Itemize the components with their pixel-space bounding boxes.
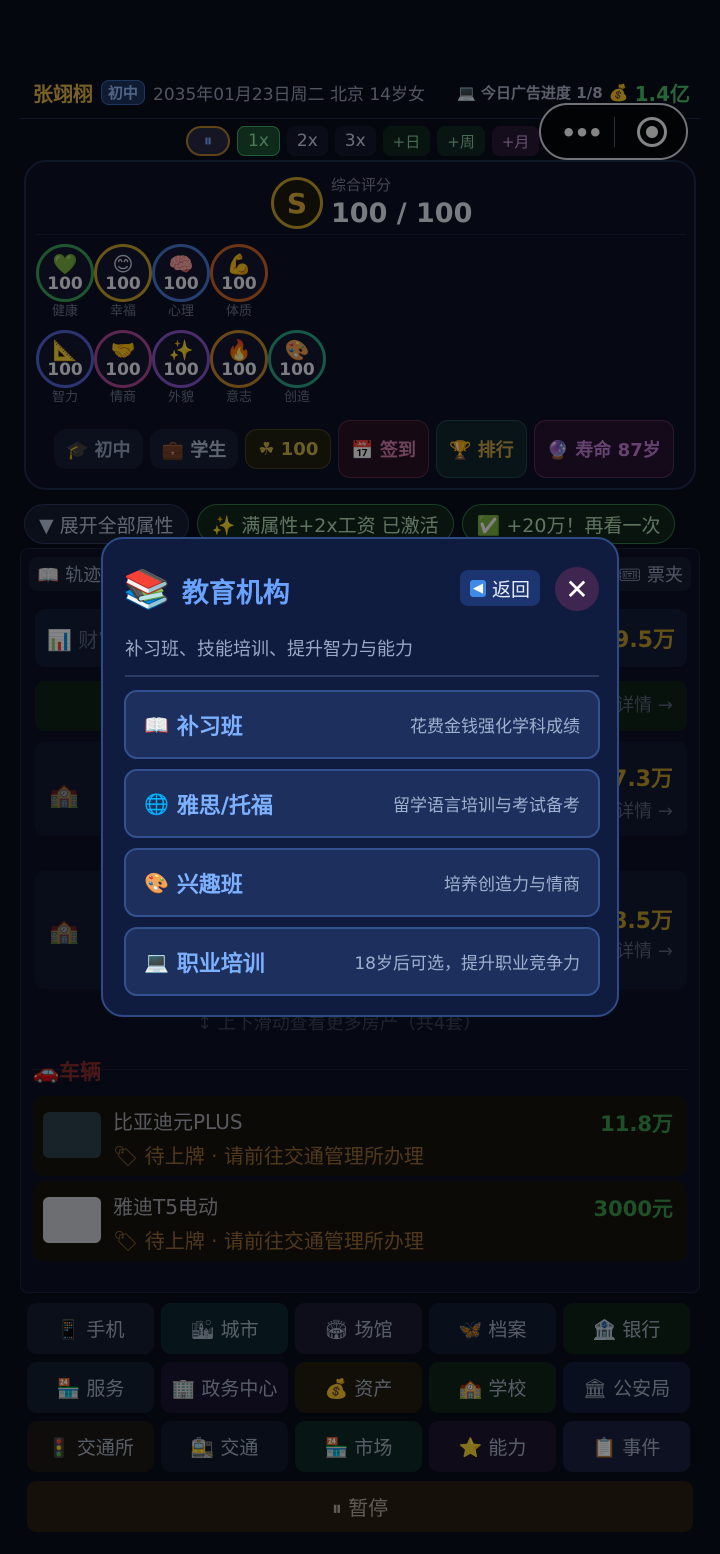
modal-title: 教育机构	[182, 578, 290, 609]
laptop-icon: 💻	[144, 949, 169, 974]
option-interest-class[interactable]: 🎨 兴趣班 培养创造力与情商	[124, 848, 600, 917]
option-vocational-training[interactable]: 💻 职业培训 18岁后可选，提升职业竞争力	[124, 927, 600, 996]
close-icon: ✕	[565, 572, 589, 606]
globe-icon: 🌐	[144, 791, 169, 816]
option-label: 职业培训	[176, 951, 265, 977]
option-desc: 培养创造力与情商	[444, 875, 580, 895]
option-label: 兴趣班	[176, 872, 243, 898]
option-desc: 18岁后可选，提升职业竞争力	[354, 954, 580, 974]
book-icon: 📖	[144, 712, 169, 737]
option-desc: 留学语言培训与考试备考	[393, 796, 580, 816]
close-button[interactable]: ✕	[555, 567, 599, 611]
education-modal: 📚 教育机构 ◀ 返回 ✕ 补习班、技能培训、提升智力与能力 📖 补习班 花费金…	[101, 537, 619, 1017]
back-arrow-icon: ◀	[470, 579, 486, 597]
option-label: 补习班	[176, 714, 243, 740]
palette-icon: 🎨	[144, 870, 169, 895]
option-desc: 花费金钱强化学科成绩	[410, 717, 580, 737]
back-button[interactable]: ◀ 返回	[460, 570, 541, 606]
books-icon: 📚	[123, 567, 171, 611]
modal-subtitle: 补习班、技能培训、提升智力与能力	[125, 639, 413, 660]
option-ielts-toefl[interactable]: 🌐 雅思/托福 留学语言培训与考试备考	[124, 769, 600, 838]
modal-divider	[125, 675, 599, 677]
option-tutoring[interactable]: 📖 补习班 花费金钱强化学科成绩	[124, 690, 600, 759]
option-label: 雅思/托福	[176, 793, 273, 819]
back-label: 返回	[492, 578, 531, 601]
